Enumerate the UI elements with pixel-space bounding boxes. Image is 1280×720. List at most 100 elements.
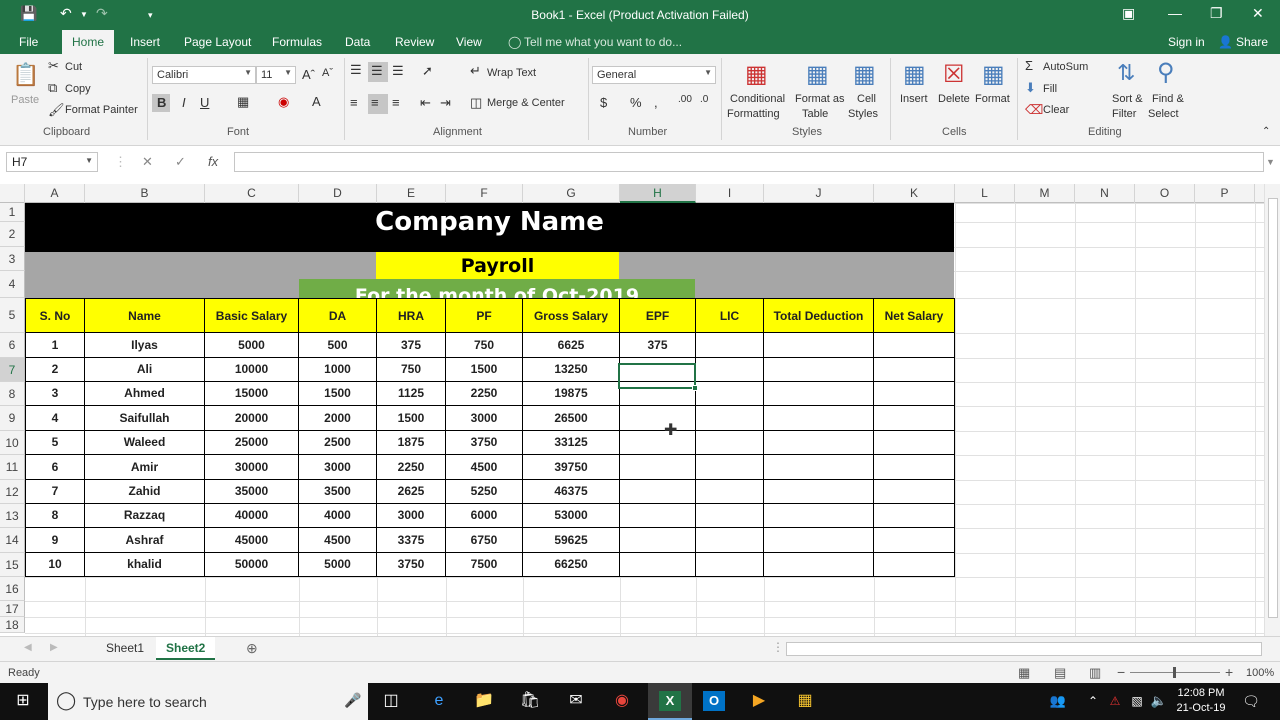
format-as-table-icon[interactable]: ▦ [806,60,829,89]
name-box[interactable]: H7 ▼ [6,152,98,172]
table-cell[interactable] [620,455,696,480]
table-cell[interactable]: 15000 [205,382,299,406]
table-cell[interactable] [696,480,764,504]
tab-file[interactable]: File [19,35,38,49]
clear-button[interactable]: Clear [1043,104,1069,116]
table-cell[interactable] [874,528,955,553]
column-header-a[interactable]: A [25,184,85,203]
row-header-15[interactable]: 15 [0,553,25,577]
zoom-out-icon[interactable]: − [1117,664,1125,680]
table-cell[interactable]: 6000 [446,504,523,528]
taskbar-clock[interactable]: 12:08 PM 21-Oct-19 [1170,686,1232,716]
sort-filter-icon[interactable]: ⇅ [1117,60,1135,86]
table-cell[interactable]: 1 [25,333,85,358]
delete-cells-icon[interactable]: ☒ [943,60,965,89]
column-header-p[interactable]: P [1195,184,1255,203]
chrome-icon[interactable]: ◉ [611,691,633,711]
table-cell[interactable] [764,406,874,431]
table-cell[interactable] [874,504,955,528]
table-cell[interactable]: 40000 [205,504,299,528]
horizontal-scrollbar[interactable] [786,642,1262,656]
table-cell[interactable]: Ilyas [85,333,205,358]
table-cell[interactable]: 750 [377,358,446,382]
table-cell[interactable] [696,455,764,480]
sheet-tab-sheet2[interactable]: Sheet2 [156,637,216,660]
people-icon[interactable]: 👥 [1047,691,1069,711]
volume-icon[interactable]: 🔈 [1148,691,1170,711]
font-name-select[interactable]: Calibri ▼ [152,66,256,84]
conditional-formatting-label[interactable]: Conditional [730,93,785,105]
row-header-10[interactable]: 10 [0,431,25,455]
table-cell[interactable]: Zahid [85,480,205,504]
table-cell[interactable] [696,358,764,382]
network-warning-icon[interactable]: ⚠ [1104,691,1126,711]
row-header-6[interactable]: 6 [0,333,25,358]
cell-styles-label[interactable]: Cell [857,93,876,105]
expand-formula-icon[interactable]: ▼ [1266,157,1275,167]
table-cell[interactable]: Razzaq [85,504,205,528]
insert-cells-icon[interactable]: ▦ [903,60,926,89]
comma-icon[interactable]: , [654,95,658,110]
sort-label[interactable]: Sort & [1112,93,1143,105]
autosum-button[interactable]: AutoSum [1043,61,1088,73]
table-cell[interactable] [696,528,764,553]
column-header-f[interactable]: F [446,184,523,203]
increase-indent-icon[interactable]: ⇥ [440,95,451,111]
new-sheet-icon[interactable]: ⊕ [246,640,258,657]
show-hidden-icons[interactable]: ⌃ [1082,691,1104,711]
borders-icon[interactable]: ▦ [237,94,249,110]
table-cell[interactable]: Waleed [85,431,205,455]
font-size-select[interactable]: 11 ▼ [256,66,296,84]
find-label[interactable]: Find & [1152,93,1184,105]
insert-cells-button[interactable]: Insert [900,93,928,105]
table-cell[interactable] [764,528,874,553]
share-button[interactable]: Share [1236,35,1268,49]
header-cell[interactable]: Gross Salary [523,298,620,333]
table-cell[interactable]: 3 [25,382,85,406]
autosum-icon[interactable]: Σ [1025,58,1033,73]
font-color-icon[interactable]: A [312,94,321,109]
table-cell[interactable]: Ali [85,358,205,382]
underline-icon[interactable]: U [200,95,209,110]
table-cell[interactable]: 4500 [446,455,523,480]
table-cell[interactable]: 1875 [377,431,446,455]
table-cell[interactable] [874,382,955,406]
table-cell[interactable] [764,333,874,358]
table-cell[interactable] [620,431,696,455]
outlook-icon[interactable]: O [703,691,725,711]
payroll-banner[interactable]: Payroll [376,252,619,279]
table-cell[interactable] [620,553,696,577]
format-as-table-label[interactable]: Format as [795,93,845,105]
table-cell[interactable]: 53000 [523,504,620,528]
table-cell[interactable]: 3000 [299,455,377,480]
header-cell[interactable]: Name [85,298,205,333]
table-cell[interactable] [764,480,874,504]
copy-button[interactable]: Copy [65,83,91,95]
confirm-entry-icon[interactable]: ✓ [175,154,186,170]
table-cell[interactable]: 5 [25,431,85,455]
table-cell[interactable]: 7 [25,480,85,504]
table-cell[interactable] [874,480,955,504]
table-cell[interactable]: 13250 [523,358,620,382]
table-cell[interactable]: 1500 [377,406,446,431]
split-handle-icon[interactable]: ⋮ [772,640,784,654]
table-cell[interactable]: 2250 [377,455,446,480]
decrease-indent-icon[interactable]: ⇤ [420,95,431,111]
table-cell[interactable]: 5250 [446,480,523,504]
table-cell[interactable] [874,406,955,431]
orientation-icon[interactable]: ➚ [422,63,433,79]
table-cell[interactable]: 46375 [523,480,620,504]
styles-label[interactable]: Styles [848,108,878,120]
vertical-scroll-thumb[interactable] [1268,198,1278,618]
format-cells-icon[interactable]: ▦ [982,60,1005,89]
table-cell[interactable] [620,528,696,553]
table-cell[interactable]: 1500 [299,382,377,406]
app-icon[interactable]: ▦ [794,691,816,711]
column-header-e[interactable]: E [377,184,446,203]
table-cell[interactable]: 6750 [446,528,523,553]
zoom-level[interactable]: 100% [1246,667,1274,679]
fill-color-icon[interactable]: ◉ [278,94,289,110]
table-cell[interactable]: 3000 [377,504,446,528]
table-cell[interactable] [620,480,696,504]
table-cell[interactable] [696,406,764,431]
